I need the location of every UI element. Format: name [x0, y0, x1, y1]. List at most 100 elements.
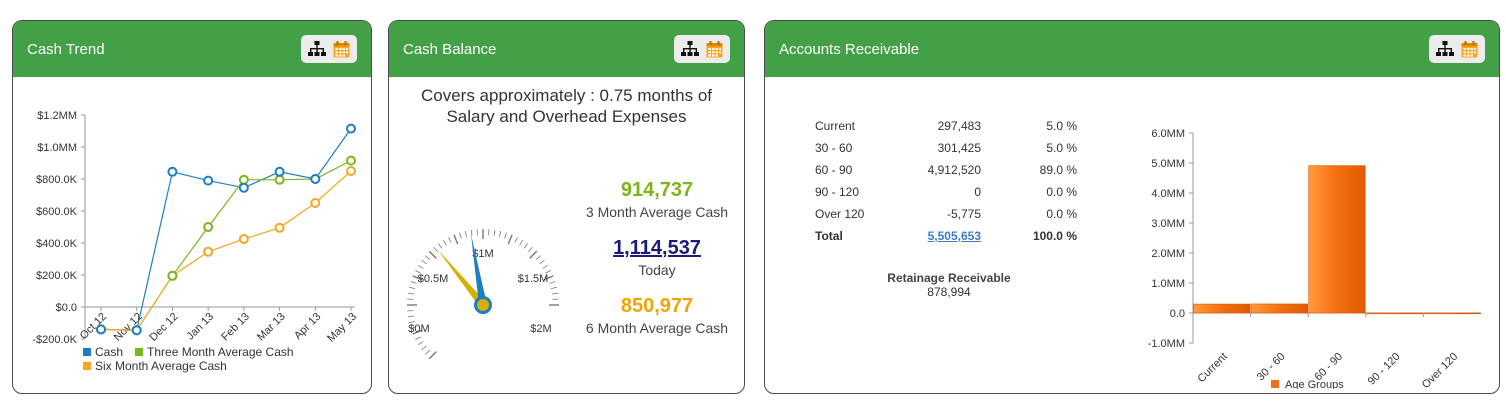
x-tick-label: Apr 13 [292, 311, 323, 342]
total-amount-link[interactable]: 5,505,653 [928, 229, 981, 243]
covers-text: Covers approximately : 0.75 months of Sa… [389, 85, 744, 127]
y-tick-label: 4.0MM [1151, 188, 1185, 200]
y-tick-label: $1.2MM [37, 110, 77, 122]
data-point [238, 174, 249, 185]
data-point [167, 270, 178, 281]
y-tick-label: $0.0 [56, 302, 77, 314]
data-point [346, 166, 356, 176]
gauge-tick [453, 234, 459, 245]
cash-balance-title: Cash Balance [403, 40, 497, 58]
gauge-tick [539, 260, 545, 265]
data-point [167, 166, 178, 177]
gauge-tick [442, 239, 447, 246]
bar [1366, 312, 1424, 315]
calendar-icon[interactable] [1459, 39, 1479, 59]
legend-item-cash[interactable]: Cash [83, 345, 123, 359]
bar [1250, 303, 1308, 314]
y-tick-label: 1.0MM [1151, 278, 1185, 290]
gauge-tick [407, 292, 414, 295]
metric-six-month: 850,977 6 Month Average Cash [577, 295, 737, 336]
metric-today: 1,114,537 Today [577, 237, 737, 278]
data-point [274, 174, 285, 185]
today-value-link[interactable]: 1,114,537 [577, 237, 737, 260]
six-month-value: 850,977 [620, 295, 694, 317]
y-tick-label: $400.0K [36, 238, 78, 250]
gauge-tick-label: $1.5M [518, 273, 549, 285]
gauge-tick [470, 229, 473, 236]
legend-item-six-month[interactable]: Six Month Average Cash [83, 359, 227, 373]
metric-three-month: 914,737 3 Month Average Cash [577, 179, 737, 220]
gauge-tick-label: $0M [408, 323, 429, 335]
bar [1193, 303, 1251, 314]
retainage-title: Retainage Receivable [887, 271, 1011, 285]
data-point [310, 174, 321, 184]
three-month-value: 914,737 [620, 179, 694, 201]
data-point [274, 166, 285, 177]
legend-label-age-groups: Age Groups [1285, 379, 1344, 389]
gauge-tick [528, 246, 533, 253]
gauge-tick [433, 246, 438, 253]
ar-toolbar [1429, 35, 1485, 63]
accounts-receivable-panel: Accounts Receivable Current 297,483 5.0 … [764, 20, 1500, 394]
cash-trend-toolbar [301, 35, 357, 63]
series-line-0 [100, 128, 352, 331]
x-tick-label: 30 - 60 [1255, 351, 1288, 384]
cash-gauge: $0M$0.5M$1M$1.5M$2M [407, 229, 559, 360]
gauge-tick [428, 250, 437, 259]
gauge-tick [407, 315, 414, 318]
y-tick-label: 5.0MM [1151, 158, 1185, 170]
y-tick-label: -1.0MM [1148, 338, 1185, 350]
gauge-tick [415, 336, 421, 340]
gauge-tick [428, 351, 437, 360]
gauge-tick [424, 350, 431, 355]
today-label: Today [638, 262, 676, 278]
ar-bar-chart: -1.0MM 0.0 1.0MM 2.0MM 3.0MM 4.0MM 5.0MM 6.0MM C… [1148, 128, 1481, 389]
gauge-tick [464, 231, 468, 238]
gauge-tick [550, 286, 557, 290]
x-tick-label: Current [1195, 351, 1229, 385]
bar [1423, 312, 1481, 315]
x-tick-label: May 13 [325, 311, 359, 345]
data-point [131, 325, 142, 336]
ar-title: Accounts Receivable [779, 40, 920, 58]
covers-line-1: Covers approximately : 0.75 months of [420, 86, 713, 105]
data-point [96, 324, 106, 335]
data-point [310, 198, 321, 208]
table-row: 60 - 90 4,912,520 89.0 % [815, 163, 1077, 177]
gauge-tick [529, 250, 538, 259]
covers-line-2: Salary and Overhead Expenses [446, 107, 687, 126]
data-point [203, 222, 214, 232]
data-point [203, 246, 214, 257]
gauge-tick [438, 243, 443, 249]
gauge-tick [549, 281, 556, 284]
x-tick-label: Mar 13 [255, 311, 288, 344]
cash-trend-header: Cash Trend [13, 21, 371, 77]
hierarchy-icon[interactable] [680, 39, 700, 59]
gauge-tick [417, 341, 424, 346]
calendar-icon[interactable] [331, 39, 351, 59]
three-month-label: 3 Month Average Cash [585, 204, 729, 220]
gauge-tick [424, 255, 431, 260]
data-point [274, 222, 285, 233]
data-point [238, 234, 249, 244]
x-tick-label: Feb 13 [219, 311, 252, 344]
calendar-icon[interactable] [704, 39, 724, 59]
gauge-hub-inner [477, 299, 489, 311]
gauge-tick [410, 281, 417, 284]
cash-balance-toolbar [674, 35, 730, 63]
cash-balance-panel: Cash Balance Covers approximately : 0.75… [388, 20, 745, 394]
hierarchy-icon[interactable] [1435, 39, 1455, 59]
gauge-tick-label: $0.5M [418, 273, 449, 285]
gauge-tick [459, 232, 462, 239]
gauge-tick [493, 229, 496, 236]
x-tick-label: Jan 13 [184, 311, 216, 343]
gauge-tick [448, 237, 452, 243]
x-tick-label: Over 120 [1420, 351, 1460, 389]
gauge-tick [409, 286, 416, 290]
y-tick-label: 3.0MM [1151, 218, 1185, 230]
cash-trend-panel: Cash Trend -$200.0K $0.0 $200.0K $400.0K $60… [12, 20, 372, 394]
gauge-tick [498, 231, 502, 238]
legend-item-three-month[interactable]: Three Month Average Cash [135, 345, 294, 359]
table-row-total: Total 5,505,653 100.0 % [815, 229, 1077, 243]
hierarchy-icon[interactable] [307, 39, 327, 59]
